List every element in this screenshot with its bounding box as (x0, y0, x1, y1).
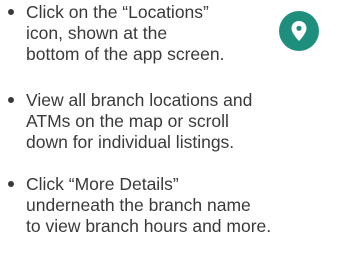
instruction-line: down for individual listings. (26, 132, 235, 152)
bullet-icon (8, 97, 14, 103)
instruction-line: to view branch hours and more. (26, 216, 272, 236)
location-pin-glyph (291, 21, 307, 41)
location-pin-icon (279, 11, 319, 51)
bullet-icon (8, 9, 14, 15)
instruction-line: bottom of the app screen. (26, 44, 225, 64)
bullet-icon (8, 181, 14, 187)
